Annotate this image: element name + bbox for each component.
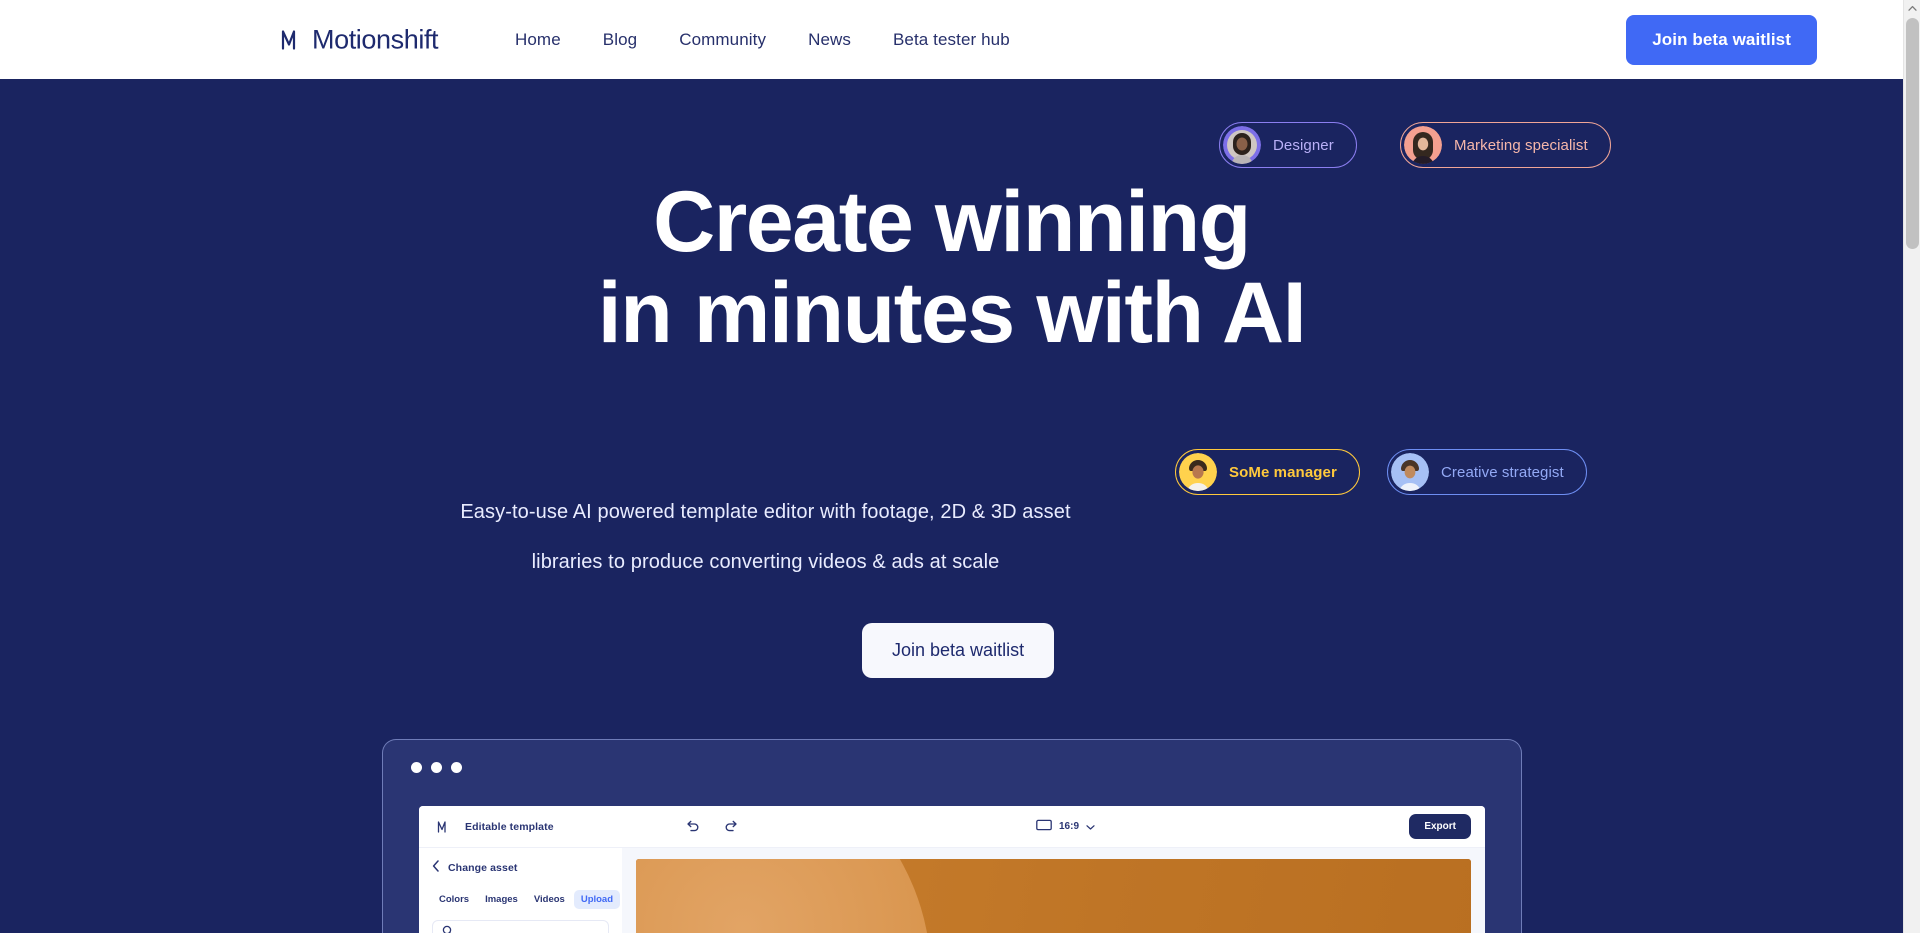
mockup-window: Editable template 16:9 Export Change ass… <box>419 806 1485 933</box>
editor-body: Change asset Colors Images Videos Upload <box>419 848 1485 933</box>
asset-tab-videos[interactable]: Videos <box>527 890 572 909</box>
change-asset-back-button[interactable]: Change asset <box>432 859 609 877</box>
editor-toolbar: Editable template 16:9 Export <box>419 806 1485 848</box>
nav-item-blog[interactable]: Blog <box>582 22 658 58</box>
avatar <box>1223 126 1261 164</box>
asset-tab-colors[interactable]: Colors <box>432 890 476 909</box>
avatar <box>1404 126 1442 164</box>
nav-item-news[interactable]: News <box>787 22 872 58</box>
asset-search-field[interactable] <box>432 920 609 933</box>
role-badge-label: Marketing specialist <box>1454 136 1588 154</box>
window-dot <box>451 762 462 773</box>
asset-panel-tabs: Colors Images Videos Upload <box>432 890 621 909</box>
export-button[interactable]: Export <box>1409 814 1471 839</box>
nav-item-home[interactable]: Home <box>494 22 582 58</box>
page-root: Motionshift Home Blog Community News Bet… <box>0 0 1920 933</box>
scroll-up-arrow-icon[interactable] <box>1904 0 1920 17</box>
asset-tab-images[interactable]: Images <box>478 890 525 909</box>
window-dot <box>411 762 422 773</box>
chevron-down-icon <box>1086 818 1095 836</box>
avatar <box>1179 453 1217 491</box>
app-mockup: Editable template 16:9 Export Change ass… <box>382 739 1522 933</box>
motionshift-m-logo-icon <box>436 818 453 835</box>
header-join-beta-waitlist-button[interactable]: Join beta waitlist <box>1626 14 1817 65</box>
browser-scrollbar[interactable] <box>1903 0 1920 933</box>
hero-subtitle: Easy-to-use AI powered template editor w… <box>0 487 1531 587</box>
hero-section: Designer Marketing specialist SoMe manag… <box>0 79 1903 933</box>
hero-headline-line-1: Create winning <box>653 174 1251 270</box>
hero-subtitle-line-1: Easy-to-use AI powered template editor w… <box>460 501 1071 523</box>
main-nav: Home Blog Community News Beta tester hub <box>494 22 1031 58</box>
aspect-ratio-selector[interactable]: 16:9 <box>1036 818 1095 836</box>
role-badge-label: Creative strategist <box>1441 463 1564 481</box>
hero-headline: Create winning in minutes with AI <box>0 177 1903 359</box>
brand-logo[interactable]: Motionshift <box>279 24 439 55</box>
canvas-circle-shape <box>636 859 931 933</box>
nav-item-community[interactable]: Community <box>658 22 787 58</box>
editor-canvas-area <box>622 848 1485 933</box>
window-dot <box>431 762 442 773</box>
motionshift-m-logo-icon <box>279 25 309 55</box>
asset-panel-heading: Change asset <box>448 862 518 874</box>
role-badge-label: SoMe manager <box>1229 463 1337 481</box>
hero-headline-line-2: in minutes with AI <box>597 265 1307 361</box>
chevron-left-icon <box>432 859 440 877</box>
editor-canvas[interactable] <box>636 859 1471 933</box>
role-badge-designer[interactable]: Designer <box>1219 122 1357 168</box>
role-badge-marketing-specialist[interactable]: Marketing specialist <box>1400 122 1611 168</box>
hero-subtitle-line-2: libraries to produce converting videos &… <box>531 551 1000 573</box>
undo-arrow-icon[interactable] <box>684 818 701 835</box>
site-header: Motionshift Home Blog Community News Bet… <box>0 0 1903 79</box>
window-dots <box>411 762 462 773</box>
role-badge-label: Designer <box>1273 136 1334 154</box>
aspect-ratio-value: 16:9 <box>1059 821 1080 832</box>
scrollbar-thumb[interactable] <box>1906 18 1919 249</box>
hero-join-beta-waitlist-button[interactable]: Join beta waitlist <box>862 623 1055 678</box>
asset-tab-upload[interactable]: Upload <box>573 890 621 909</box>
editor-template-title: Editable template <box>465 820 554 833</box>
brand-name: Motionshift <box>312 24 439 54</box>
asset-panel: Change asset Colors Images Videos Upload <box>419 848 622 933</box>
nav-item-beta-tester-hub[interactable]: Beta tester hub <box>872 22 1031 58</box>
search-icon <box>442 924 454 933</box>
redo-arrow-icon[interactable] <box>723 818 740 835</box>
asset-search-input[interactable] <box>461 927 599 933</box>
frame-rectangle-icon <box>1036 818 1052 836</box>
undo-redo-group <box>684 818 740 835</box>
avatar <box>1391 453 1429 491</box>
